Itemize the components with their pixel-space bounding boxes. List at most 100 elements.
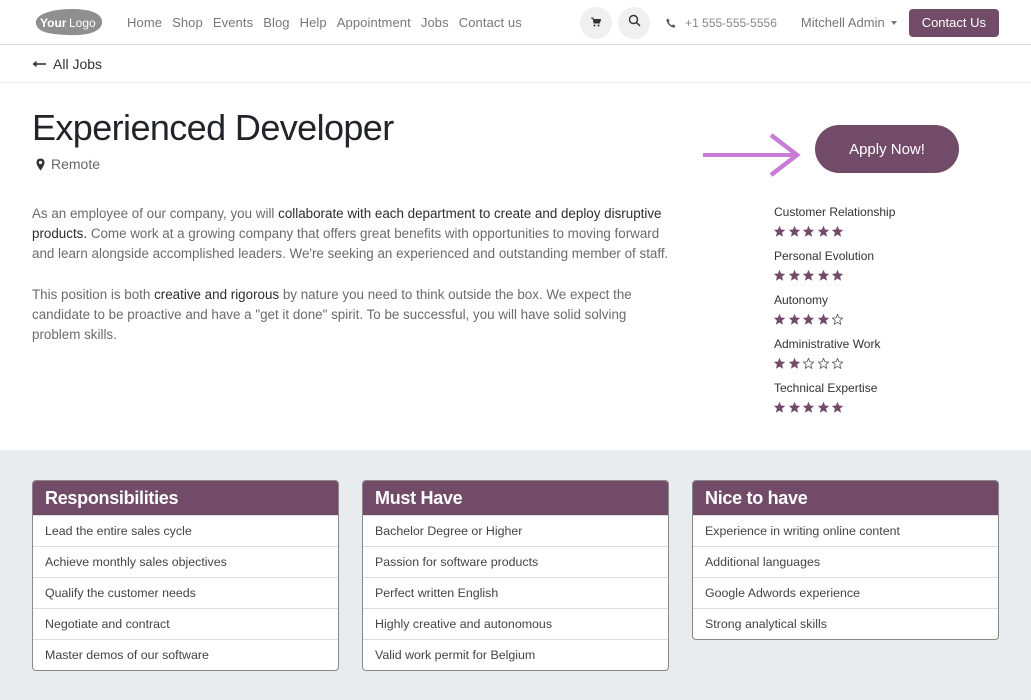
breadcrumb: All Jobs xyxy=(0,45,1031,83)
star-filled-icon xyxy=(817,269,829,281)
list-item: Additional languages xyxy=(693,546,998,577)
nav-appointment[interactable]: Appointment xyxy=(337,15,411,30)
list-item: Highly creative and autonomous xyxy=(363,608,668,639)
phone-link[interactable]: +1 555-555-5556 xyxy=(666,16,777,30)
card-title: Nice to have xyxy=(693,481,998,515)
header-tools: +1 555-555-5556 Mitchell Admin Contact U… xyxy=(580,0,999,45)
text: This position is both xyxy=(32,287,155,302)
skill-name: Technical Expertise xyxy=(774,381,878,395)
star-filled-icon xyxy=(803,225,814,237)
skills-ratings: Customer Relationship Personal Evolution A… xyxy=(774,204,895,424)
job-location: Remote xyxy=(36,156,100,172)
nav-home[interactable]: Home xyxy=(127,15,162,30)
star-filled-icon xyxy=(774,313,785,325)
list-item: Perfect written English xyxy=(363,577,668,608)
star-filled-icon xyxy=(788,313,800,325)
star-filled-icon xyxy=(832,269,843,281)
job-details: Experienced Developer Remote As an emplo… xyxy=(0,83,1031,450)
nav-help[interactable]: Help xyxy=(300,15,327,30)
star-rating xyxy=(774,352,895,374)
star-rating xyxy=(774,308,895,330)
text: As an employee of our company, you will xyxy=(32,206,279,221)
nav-contact-us[interactable]: Contact us xyxy=(459,15,522,30)
star-filled-icon xyxy=(788,225,800,237)
nice-to-have-card: Nice to have Experience in writing onlin… xyxy=(692,480,999,640)
logo[interactable]: Your Logo xyxy=(32,7,103,37)
all-jobs-label: All Jobs xyxy=(53,55,103,72)
logo-text: Your xyxy=(40,16,67,30)
chevron-down-icon xyxy=(890,20,897,25)
list-item: Lead the entire sales cycle xyxy=(33,515,338,546)
skill-name: Customer Relationship xyxy=(774,205,896,219)
star-filled-icon xyxy=(832,225,843,237)
user-name: Mitchell Admin xyxy=(800,15,885,30)
star-filled-icon xyxy=(788,401,800,413)
star-filled-icon xyxy=(774,269,785,281)
cart-button[interactable] xyxy=(580,6,613,39)
nav-blog[interactable]: Blog xyxy=(263,15,289,30)
star-empty-icon xyxy=(832,313,843,325)
skill-name: Autonomy xyxy=(774,293,829,307)
skill-rating: Autonomy xyxy=(774,292,895,330)
search-icon xyxy=(628,14,641,32)
svg-text:Logo: Logo xyxy=(69,16,96,30)
star-filled-icon xyxy=(788,269,800,281)
top-navbar: Your Logo Home Shop Events Blog Help App… xyxy=(0,0,1031,45)
star-empty-icon xyxy=(803,357,814,369)
list-item: Valid work permit for Belgium xyxy=(363,639,668,670)
star-rating xyxy=(774,264,895,286)
user-menu[interactable]: Mitchell Admin xyxy=(801,15,897,30)
star-filled-icon xyxy=(817,225,829,237)
cart-icon xyxy=(591,14,602,32)
star-filled-icon xyxy=(774,401,785,413)
star-rating xyxy=(774,220,895,242)
description-paragraph: This position is both creative and rigor… xyxy=(32,285,677,345)
list-item: Experience in writing online content xyxy=(693,515,998,546)
annotation-arrow-icon xyxy=(703,133,803,184)
contact-us-button[interactable]: Contact Us xyxy=(908,8,999,37)
highlight-text: creative and rigorous xyxy=(154,287,280,302)
list-item: Bachelor Degree or Higher xyxy=(363,515,668,546)
skill-rating: Administrative Work xyxy=(774,336,895,374)
job-description: As an employee of our company, you will … xyxy=(32,204,677,366)
list-item: Passion for software products xyxy=(363,546,668,577)
star-filled-icon xyxy=(803,401,814,413)
arrow-left-icon xyxy=(32,59,47,69)
skill-name: Personal Evolution xyxy=(774,249,875,263)
description-paragraph: As an employee of our company, you will … xyxy=(32,204,677,264)
skill-rating: Technical Expertise xyxy=(774,380,895,418)
search-button[interactable] xyxy=(618,6,651,39)
must-have-card: Must Have Bachelor Degree or Higher Pass… xyxy=(362,480,669,671)
list-item: Qualify the customer needs xyxy=(33,577,338,608)
nav-shop[interactable]: Shop xyxy=(172,15,203,30)
page-title: Experienced Developer xyxy=(32,107,394,148)
location-label: Remote xyxy=(51,156,101,172)
card-title: Must Have xyxy=(363,481,668,515)
nav-jobs[interactable]: Jobs xyxy=(421,15,449,30)
nav-events[interactable]: Events xyxy=(213,15,253,30)
skill-rating: Personal Evolution xyxy=(774,248,895,286)
list-item: Achieve monthly sales objectives xyxy=(33,546,338,577)
list-item: Google Adwords experience xyxy=(693,577,998,608)
all-jobs-link[interactable]: All Jobs xyxy=(32,56,102,72)
list-item: Negotiate and contract xyxy=(33,608,338,639)
star-filled-icon xyxy=(774,357,785,369)
star-filled-icon xyxy=(817,401,829,413)
phone-number: +1 555-555-5556 xyxy=(685,15,777,30)
skill-rating: Customer Relationship xyxy=(774,204,895,242)
text: Come work at a growing company that offe… xyxy=(32,226,669,261)
responsibilities-card: Responsibilities Lead the entire sales c… xyxy=(32,480,339,671)
star-empty-icon xyxy=(832,357,843,369)
star-filled-icon xyxy=(832,401,843,413)
star-filled-icon xyxy=(788,357,800,369)
star-filled-icon xyxy=(803,269,814,281)
phone-icon xyxy=(666,18,676,28)
star-filled-icon xyxy=(774,225,785,237)
card-title: Responsibilities xyxy=(33,481,338,515)
requirements-section: Responsibilities Lead the entire sales c… xyxy=(0,450,1031,700)
list-item: Master demos of our software xyxy=(33,639,338,670)
main-nav: Home Shop Events Blog Help Appointment J… xyxy=(127,15,532,30)
star-empty-icon xyxy=(817,357,829,369)
star-rating xyxy=(774,396,895,418)
apply-now-button[interactable]: Apply Now! xyxy=(815,125,959,173)
